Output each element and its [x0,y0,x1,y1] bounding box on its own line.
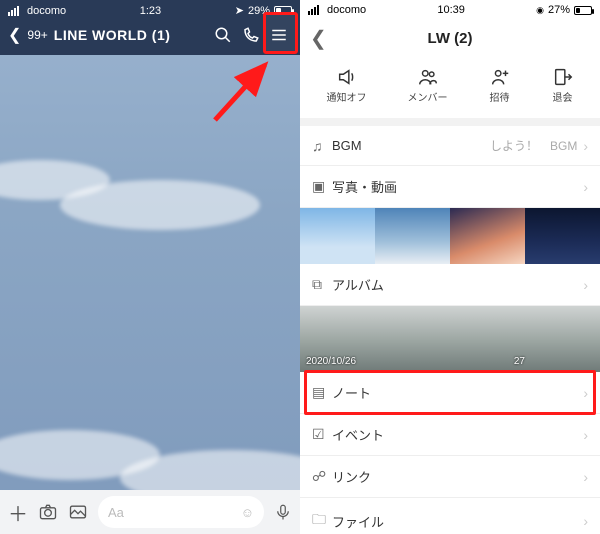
chevron-right-icon: › [583,179,588,195]
clock: 1:23 [66,5,235,17]
note-icon: ▤ [312,384,332,401]
album-thumbnails[interactable]: 2020/10/26 27 [300,306,600,372]
chevron-right-icon: › [583,277,588,293]
photo-icon: ▣ [312,178,332,195]
label: 写真・動画 [332,177,577,196]
signal-icon [308,5,319,15]
invite-button[interactable]: 招待 [489,65,511,104]
menu-header: ❮ LW (2) [300,18,600,55]
label: BGM [332,138,490,153]
chevron-right-icon: › [583,513,588,529]
file-icon: 🗀 [312,509,332,533]
mic-icon[interactable] [274,502,292,522]
label: 通知オフ [327,89,367,104]
nav-arrow-icon: ➤ [235,4,244,17]
chat-header: ❮ 99+ LINE WORLD (1) [0,19,300,55]
label: ファイル [332,512,577,531]
link-icon: ☍ [312,468,332,485]
label: 招待 [489,89,511,104]
chat-title: LINE WORLD (1) [54,27,208,43]
chevron-right-icon: › [583,385,588,401]
file-row[interactable]: 🗀 ファイル › [300,498,600,534]
label: 退会 [552,89,574,104]
status-bar-left: docomo 1:23 ➤ 29% [0,0,300,19]
battery-icon [574,6,592,15]
carrier-label: docomo [27,5,66,17]
menu-title: LW (2) [334,30,566,47]
members-button[interactable]: メンバー [408,65,448,104]
bgm-row[interactable]: ♫ BGM しよう！ BGM › [300,126,600,166]
bgm-sub: しよう！ BGM [490,137,577,154]
emoji-icon[interactable]: ☺ [241,505,254,520]
members-icon [408,65,448,89]
label: イベント [332,425,577,444]
album-icon: ⧉ [312,276,332,293]
label: アルバム [332,275,577,294]
note-row[interactable]: ▤ ノート › [300,372,600,414]
music-icon: ♫ [312,138,332,154]
placeholder: Aa [108,505,124,520]
plus-button[interactable]: ＋ [8,498,28,527]
album-row[interactable]: ⧉ アルバム › [300,264,600,306]
photos-row[interactable]: ▣ 写真・動画 › [300,166,600,208]
invite-icon [489,65,511,89]
leave-button[interactable]: 退会 [552,65,574,104]
photo-thumbnails[interactable] [300,208,600,264]
carrier-label: docomo [327,4,366,16]
label: ノート [332,383,577,402]
chat-footer: ＋ Aa ☺ [0,490,300,534]
back-button[interactable]: ❮ [310,26,334,51]
link-row[interactable]: ☍ リンク › [300,456,600,498]
signal-icon [8,6,19,16]
call-icon[interactable] [242,26,264,44]
event-row[interactable]: ☑ イベント › [300,414,600,456]
speaker-icon [327,65,367,89]
message-input[interactable]: Aa ☺ [98,496,264,528]
unread-badge: 99+ [27,28,47,42]
battery-pct: 27% [548,4,570,16]
mute-button[interactable]: 通知オフ [327,65,367,104]
label: メンバー [408,89,448,104]
camera-icon[interactable] [38,502,58,522]
chat-screen: docomo 1:23 ➤ 29% ❮ 99+ LINE WORLD (1) ＋ [0,0,300,534]
event-icon: ☑ [312,426,332,443]
gallery-icon[interactable] [68,502,88,522]
album-date: 2020/10/26 [306,356,356,367]
leave-icon [552,65,574,89]
annotation-menu-highlight [263,12,298,54]
chevron-right-icon: › [583,427,588,443]
chevron-right-icon: › [583,138,588,154]
back-button[interactable]: ❮ [8,25,21,45]
chat-menu-screen: docomo 10:39 ◉ 27% ❮ LW (2) 通知オフ メンバー 招待… [300,0,600,534]
chevron-right-icon: › [583,469,588,485]
status-bar-right: docomo 10:39 ◉ 27% [300,0,600,18]
album-date: 27 [514,356,525,367]
search-icon[interactable] [214,26,236,44]
label: リンク [332,467,577,486]
action-row: 通知オフ メンバー 招待 退会 [300,55,600,126]
clock: 10:39 [366,4,536,16]
annotation-arrow [210,60,280,130]
